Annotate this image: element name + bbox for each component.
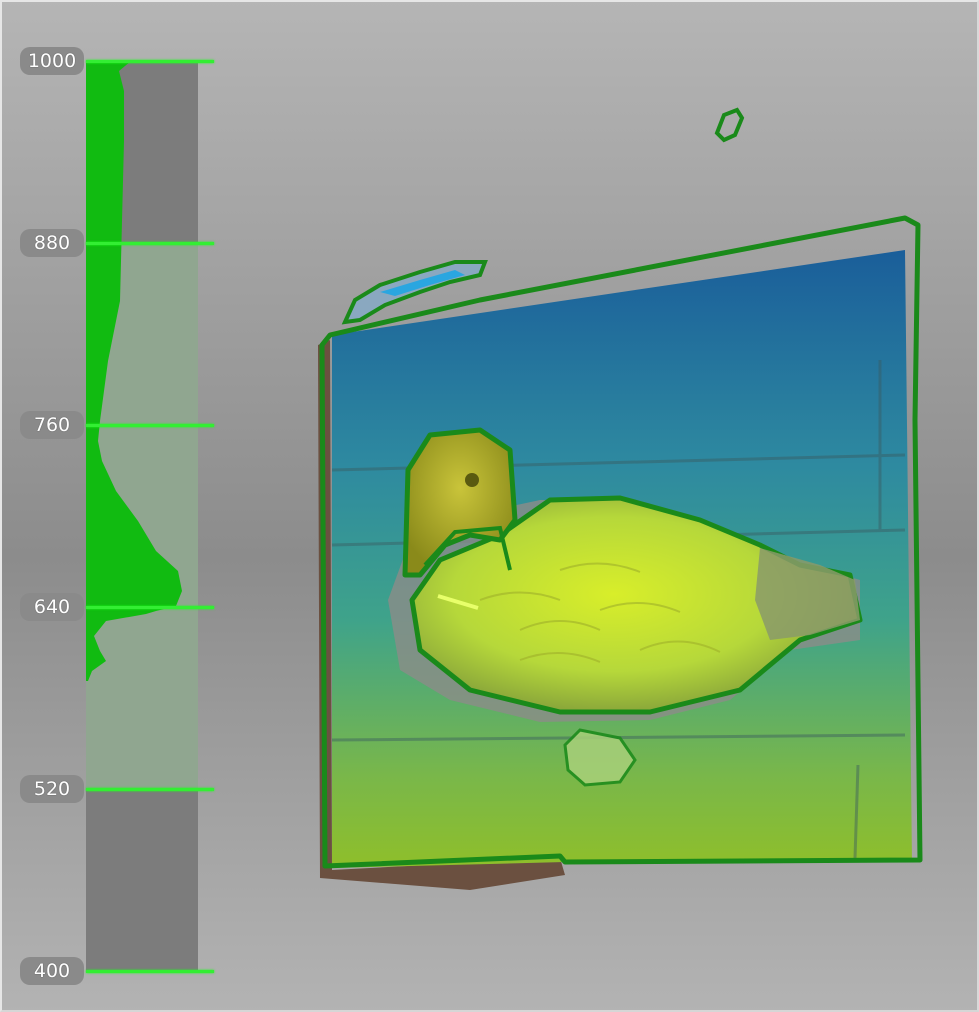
depth-histogram-area (86, 61, 182, 681)
depth-tick-label-400: 400 (20, 957, 84, 985)
depth-tick-label-1000: 1000 (20, 47, 84, 75)
depth-tick-line-400 (86, 970, 214, 973)
depth-tick-line-880 (86, 242, 214, 245)
duck-eye (465, 473, 479, 487)
depth-tick-line-520 (86, 788, 214, 791)
depth-tick-line-760 (86, 424, 214, 427)
depth-tick-label-760: 760 (20, 411, 84, 439)
depth-tick-line-1000 (86, 60, 214, 63)
depth-histogram (86, 61, 182, 681)
depth-tick-label-880: 880 (20, 229, 84, 257)
3d-depth-viewport[interactable]: 1000 880 760 640 520 400 (0, 0, 979, 1012)
depth-tick-label-640: 640 (20, 593, 84, 621)
floating-speck (714, 107, 745, 143)
depth-tick-line-640 (86, 606, 214, 609)
depth-tick-label-520: 520 (20, 775, 84, 803)
